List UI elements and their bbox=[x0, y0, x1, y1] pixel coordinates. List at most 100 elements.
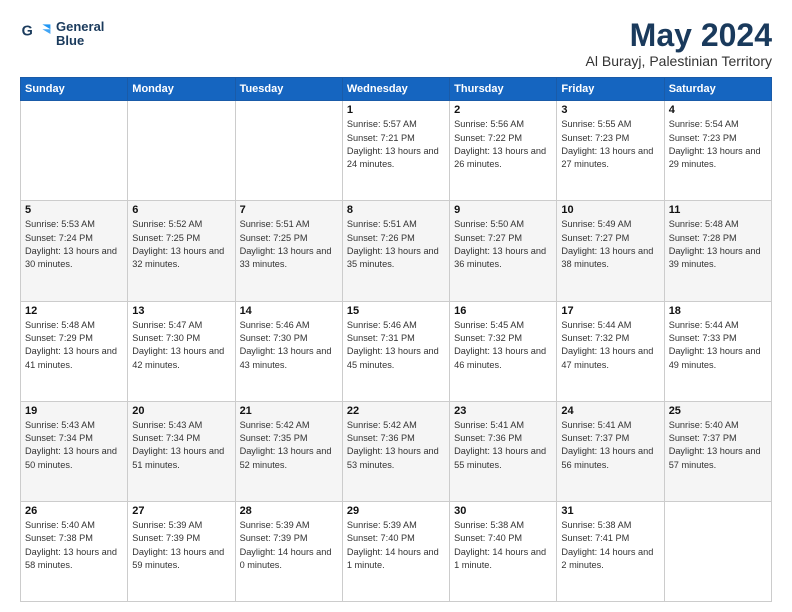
calendar-cell: 25 Sunrise: 5:40 AMSunset: 7:37 PMDaylig… bbox=[664, 401, 771, 501]
day-info: Sunrise: 5:38 AMSunset: 7:41 PMDaylight:… bbox=[561, 519, 659, 572]
day-number: 2 bbox=[454, 104, 552, 116]
day-number: 27 bbox=[132, 505, 230, 517]
day-number: 21 bbox=[240, 405, 338, 417]
day-info: Sunrise: 5:46 AMSunset: 7:31 PMDaylight:… bbox=[347, 319, 445, 372]
day-info: Sunrise: 5:48 AMSunset: 7:28 PMDaylight:… bbox=[669, 218, 767, 271]
calendar-cell: 21 Sunrise: 5:42 AMSunset: 7:35 PMDaylig… bbox=[235, 401, 342, 501]
day-info: Sunrise: 5:50 AMSunset: 7:27 PMDaylight:… bbox=[454, 218, 552, 271]
calendar-table: SundayMondayTuesdayWednesdayThursdayFrid… bbox=[20, 77, 772, 602]
day-number: 20 bbox=[132, 405, 230, 417]
calendar-cell: 12 Sunrise: 5:48 AMSunset: 7:29 PMDaylig… bbox=[21, 301, 128, 401]
day-number: 9 bbox=[454, 204, 552, 216]
day-number: 24 bbox=[561, 405, 659, 417]
day-info: Sunrise: 5:43 AMSunset: 7:34 PMDaylight:… bbox=[132, 419, 230, 472]
calendar-cell: 8 Sunrise: 5:51 AMSunset: 7:26 PMDayligh… bbox=[342, 201, 449, 301]
calendar-cell bbox=[664, 501, 771, 601]
logo-line1: General bbox=[56, 20, 104, 34]
day-number: 22 bbox=[347, 405, 445, 417]
day-info: Sunrise: 5:39 AMSunset: 7:39 PMDaylight:… bbox=[132, 519, 230, 572]
day-number: 18 bbox=[669, 305, 767, 317]
calendar-cell: 27 Sunrise: 5:39 AMSunset: 7:39 PMDaylig… bbox=[128, 501, 235, 601]
calendar-cell: 20 Sunrise: 5:43 AMSunset: 7:34 PMDaylig… bbox=[128, 401, 235, 501]
calendar-cell: 15 Sunrise: 5:46 AMSunset: 7:31 PMDaylig… bbox=[342, 301, 449, 401]
day-header-wednesday: Wednesday bbox=[342, 78, 449, 101]
day-info: Sunrise: 5:48 AMSunset: 7:29 PMDaylight:… bbox=[25, 319, 123, 372]
main-title: May 2024 bbox=[586, 18, 772, 53]
day-number: 17 bbox=[561, 305, 659, 317]
day-info: Sunrise: 5:47 AMSunset: 7:30 PMDaylight:… bbox=[132, 319, 230, 372]
calendar-week-5: 26 Sunrise: 5:40 AMSunset: 7:38 PMDaylig… bbox=[21, 501, 772, 601]
calendar-cell: 7 Sunrise: 5:51 AMSunset: 7:25 PMDayligh… bbox=[235, 201, 342, 301]
day-info: Sunrise: 5:44 AMSunset: 7:33 PMDaylight:… bbox=[669, 319, 767, 372]
day-number: 8 bbox=[347, 204, 445, 216]
calendar-week-4: 19 Sunrise: 5:43 AMSunset: 7:34 PMDaylig… bbox=[21, 401, 772, 501]
day-info: Sunrise: 5:39 AMSunset: 7:40 PMDaylight:… bbox=[347, 519, 445, 572]
day-header-tuesday: Tuesday bbox=[235, 78, 342, 101]
calendar-cell: 31 Sunrise: 5:38 AMSunset: 7:41 PMDaylig… bbox=[557, 501, 664, 601]
day-info: Sunrise: 5:51 AMSunset: 7:26 PMDaylight:… bbox=[347, 218, 445, 271]
day-number: 30 bbox=[454, 505, 552, 517]
day-info: Sunrise: 5:54 AMSunset: 7:23 PMDaylight:… bbox=[669, 118, 767, 171]
day-info: Sunrise: 5:46 AMSunset: 7:30 PMDaylight:… bbox=[240, 319, 338, 372]
day-info: Sunrise: 5:42 AMSunset: 7:36 PMDaylight:… bbox=[347, 419, 445, 472]
calendar-cell: 22 Sunrise: 5:42 AMSunset: 7:36 PMDaylig… bbox=[342, 401, 449, 501]
day-number: 31 bbox=[561, 505, 659, 517]
day-number: 19 bbox=[25, 405, 123, 417]
day-info: Sunrise: 5:42 AMSunset: 7:35 PMDaylight:… bbox=[240, 419, 338, 472]
day-number: 13 bbox=[132, 305, 230, 317]
day-number: 16 bbox=[454, 305, 552, 317]
calendar-cell: 26 Sunrise: 5:40 AMSunset: 7:38 PMDaylig… bbox=[21, 501, 128, 601]
day-header-friday: Friday bbox=[557, 78, 664, 101]
logo-line2: Blue bbox=[56, 34, 104, 48]
calendar-week-2: 5 Sunrise: 5:53 AMSunset: 7:24 PMDayligh… bbox=[21, 201, 772, 301]
day-info: Sunrise: 5:41 AMSunset: 7:37 PMDaylight:… bbox=[561, 419, 659, 472]
calendar-cell: 2 Sunrise: 5:56 AMSunset: 7:22 PMDayligh… bbox=[450, 101, 557, 201]
day-info: Sunrise: 5:56 AMSunset: 7:22 PMDaylight:… bbox=[454, 118, 552, 171]
day-number: 25 bbox=[669, 405, 767, 417]
day-number: 6 bbox=[132, 204, 230, 216]
calendar-cell: 24 Sunrise: 5:41 AMSunset: 7:37 PMDaylig… bbox=[557, 401, 664, 501]
day-number: 12 bbox=[25, 305, 123, 317]
calendar-cell: 13 Sunrise: 5:47 AMSunset: 7:30 PMDaylig… bbox=[128, 301, 235, 401]
day-number: 5 bbox=[25, 204, 123, 216]
day-info: Sunrise: 5:49 AMSunset: 7:27 PMDaylight:… bbox=[561, 218, 659, 271]
calendar-cell: 11 Sunrise: 5:48 AMSunset: 7:28 PMDaylig… bbox=[664, 201, 771, 301]
day-number: 28 bbox=[240, 505, 338, 517]
day-number: 11 bbox=[669, 204, 767, 216]
day-number: 7 bbox=[240, 204, 338, 216]
page: G General Blue May 2024 Al Burayj, Pales… bbox=[0, 0, 792, 612]
day-number: 23 bbox=[454, 405, 552, 417]
day-number: 10 bbox=[561, 204, 659, 216]
day-info: Sunrise: 5:44 AMSunset: 7:32 PMDaylight:… bbox=[561, 319, 659, 372]
day-number: 15 bbox=[347, 305, 445, 317]
day-info: Sunrise: 5:39 AMSunset: 7:39 PMDaylight:… bbox=[240, 519, 338, 572]
calendar-cell: 19 Sunrise: 5:43 AMSunset: 7:34 PMDaylig… bbox=[21, 401, 128, 501]
calendar-cell: 16 Sunrise: 5:45 AMSunset: 7:32 PMDaylig… bbox=[450, 301, 557, 401]
calendar-cell: 17 Sunrise: 5:44 AMSunset: 7:32 PMDaylig… bbox=[557, 301, 664, 401]
day-info: Sunrise: 5:52 AMSunset: 7:25 PMDaylight:… bbox=[132, 218, 230, 271]
day-header-thursday: Thursday bbox=[450, 78, 557, 101]
calendar-cell: 4 Sunrise: 5:54 AMSunset: 7:23 PMDayligh… bbox=[664, 101, 771, 201]
calendar-cell: 18 Sunrise: 5:44 AMSunset: 7:33 PMDaylig… bbox=[664, 301, 771, 401]
calendar-header-row: SundayMondayTuesdayWednesdayThursdayFrid… bbox=[21, 78, 772, 101]
calendar-cell: 6 Sunrise: 5:52 AMSunset: 7:25 PMDayligh… bbox=[128, 201, 235, 301]
calendar-cell: 1 Sunrise: 5:57 AMSunset: 7:21 PMDayligh… bbox=[342, 101, 449, 201]
calendar-cell: 14 Sunrise: 5:46 AMSunset: 7:30 PMDaylig… bbox=[235, 301, 342, 401]
logo-text: General Blue bbox=[56, 20, 104, 49]
calendar-cell: 30 Sunrise: 5:38 AMSunset: 7:40 PMDaylig… bbox=[450, 501, 557, 601]
calendar-cell: 3 Sunrise: 5:55 AMSunset: 7:23 PMDayligh… bbox=[557, 101, 664, 201]
day-info: Sunrise: 5:38 AMSunset: 7:40 PMDaylight:… bbox=[454, 519, 552, 572]
day-info: Sunrise: 5:43 AMSunset: 7:34 PMDaylight:… bbox=[25, 419, 123, 472]
day-info: Sunrise: 5:57 AMSunset: 7:21 PMDaylight:… bbox=[347, 118, 445, 171]
day-number: 4 bbox=[669, 104, 767, 116]
calendar-cell bbox=[128, 101, 235, 201]
day-header-saturday: Saturday bbox=[664, 78, 771, 101]
day-number: 14 bbox=[240, 305, 338, 317]
calendar-cell: 10 Sunrise: 5:49 AMSunset: 7:27 PMDaylig… bbox=[557, 201, 664, 301]
day-info: Sunrise: 5:55 AMSunset: 7:23 PMDaylight:… bbox=[561, 118, 659, 171]
day-number: 29 bbox=[347, 505, 445, 517]
calendar-cell: 9 Sunrise: 5:50 AMSunset: 7:27 PMDayligh… bbox=[450, 201, 557, 301]
header: G General Blue May 2024 Al Burayj, Pales… bbox=[20, 18, 772, 69]
day-info: Sunrise: 5:53 AMSunset: 7:24 PMDaylight:… bbox=[25, 218, 123, 271]
calendar-cell bbox=[21, 101, 128, 201]
